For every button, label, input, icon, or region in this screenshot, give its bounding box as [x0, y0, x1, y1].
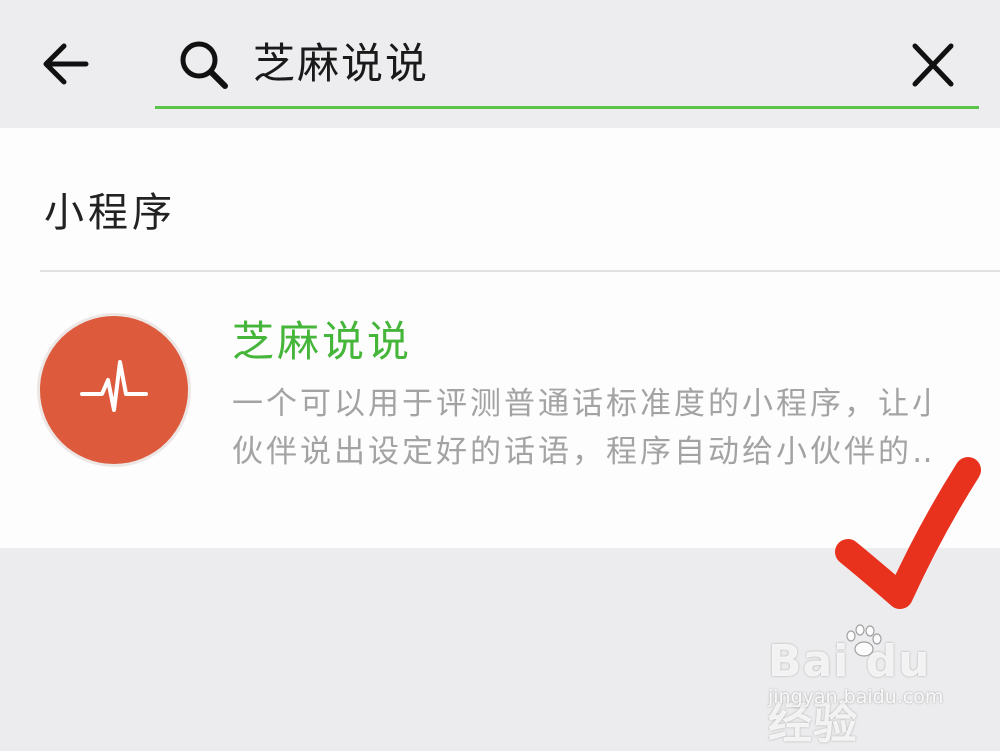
search-input[interactable]: 芝麻说说 — [253, 36, 429, 92]
section-divider — [40, 270, 1000, 272]
back-arrow-icon — [43, 43, 89, 85]
close-icon — [912, 43, 954, 87]
description-fade — [232, 478, 932, 494]
result-title: 芝麻说说 — [232, 317, 413, 366]
back-button[interactable] — [36, 36, 96, 92]
red-checkmark-icon — [835, 457, 981, 609]
search-bar[interactable]: 芝麻说说 — [155, 22, 979, 109]
app-avatar — [40, 316, 188, 464]
section-title: 小程序 — [44, 190, 176, 236]
watermark-url: jingyan.baidu.com — [768, 686, 944, 708]
description-line: 伙伴说出设定好的话语，程序自动给小伙伴的… — [232, 434, 932, 470]
top-bar: 芝麻说说 — [0, 0, 1000, 128]
description-line: 一个可以用于评测普通话标准度的小程序，让小 — [232, 386, 932, 422]
clear-search-button[interactable] — [903, 40, 963, 92]
result-description: 一个可以用于评测普通话标准度的小程序，让小 伙伴说出设定好的话语，程序自动给小伙… — [232, 380, 932, 488]
baidu-watermark: Bai du 经验 jingyan.baidu.com — [768, 624, 948, 749]
pulse-icon — [80, 360, 148, 412]
search-icon — [180, 41, 228, 89]
